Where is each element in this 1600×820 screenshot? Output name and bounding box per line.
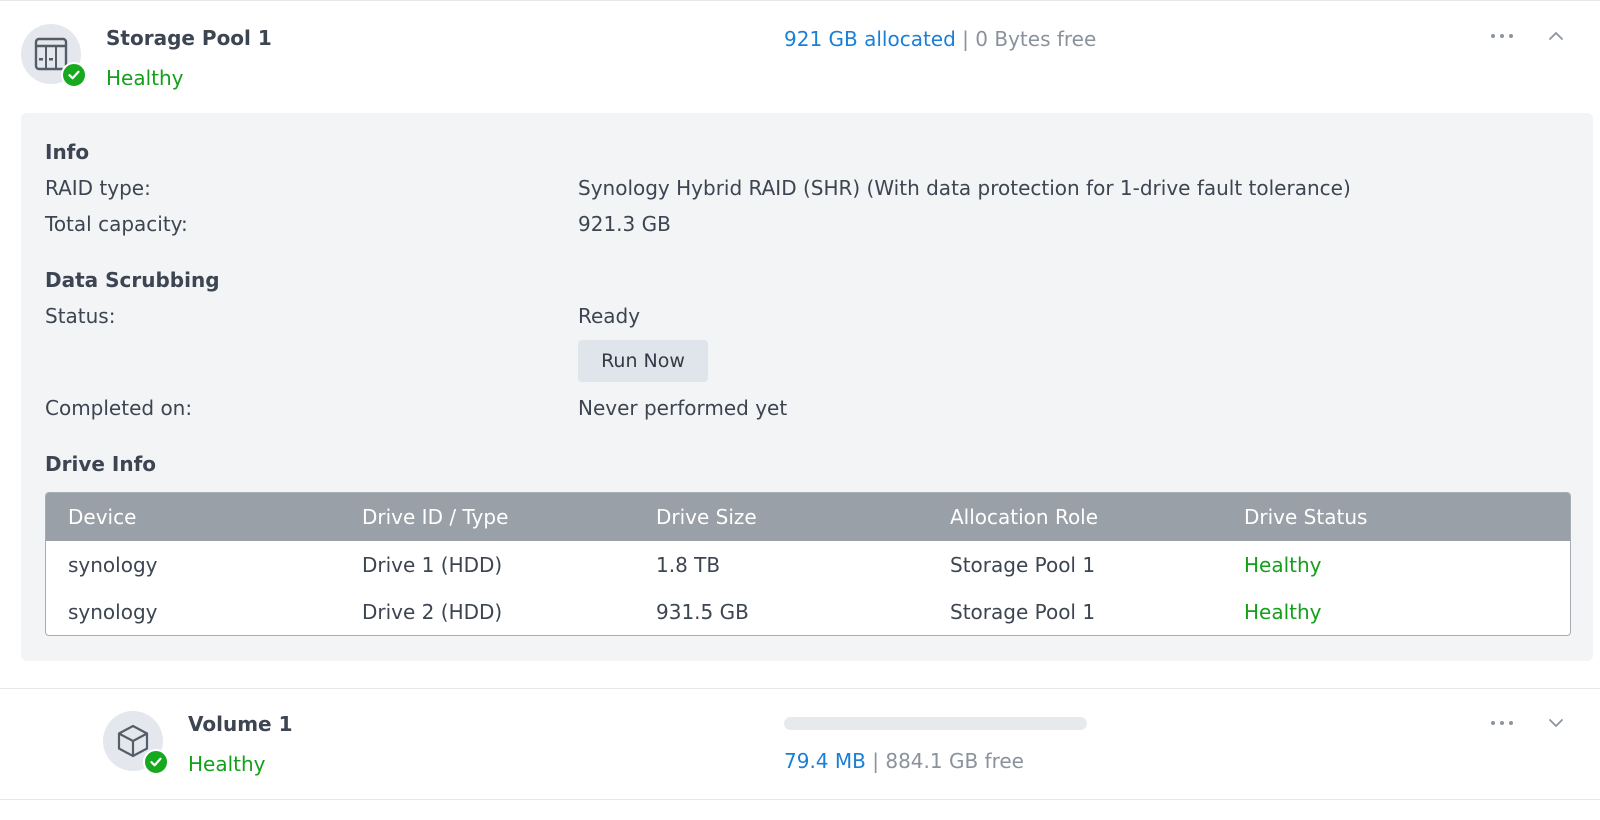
column-header-drive-status[interactable]: Drive Status xyxy=(1222,505,1570,529)
raid-type-label: RAID type: xyxy=(45,176,151,200)
free-text: 0 Bytes free xyxy=(975,27,1097,51)
info-heading: Info xyxy=(45,140,90,164)
chevron-up-icon xyxy=(1549,32,1563,40)
chevron-down-icon xyxy=(1549,719,1563,727)
storage-pool-icon-wrapper xyxy=(21,24,87,88)
storage-pool-usage: 921 GB allocated | 0 Bytes free xyxy=(784,27,1096,51)
volume-more-options-button[interactable] xyxy=(1485,711,1519,735)
drive-size-cell: 931.5 GB xyxy=(656,599,749,624)
storage-pool-title: Storage Pool 1 xyxy=(106,26,272,50)
completed-on-value: Never performed yet xyxy=(578,396,788,420)
storage-pool-status: Healthy xyxy=(106,66,184,90)
more-options-button[interactable] xyxy=(1485,24,1519,48)
table-row[interactable]: synology Drive 1 (HDD) 1.8 TB Storage Po… xyxy=(46,541,1570,588)
volume-usage-bar xyxy=(784,717,1087,730)
volume-icon-wrapper xyxy=(103,711,169,775)
column-header-device[interactable]: Device xyxy=(46,505,340,529)
column-header-allocation-role[interactable]: Allocation Role xyxy=(928,505,1222,529)
raid-type-value: Synology Hybrid RAID (SHR) (With data pr… xyxy=(578,176,1351,200)
storage-pool-card: Storage Pool 1 Healthy 921 GB allocated … xyxy=(0,0,1600,688)
column-header-drive-size[interactable]: Drive Size xyxy=(634,505,928,529)
total-capacity-value: 921.3 GB xyxy=(578,212,671,236)
drive-id-cell: Drive 2 (HDD) xyxy=(362,599,503,624)
used-text: 79.4 MB xyxy=(784,749,866,773)
data-scrubbing-heading: Data Scrubbing xyxy=(45,268,220,292)
drive-info-heading: Drive Info xyxy=(45,452,157,476)
drive-status-cell: Healthy xyxy=(1244,552,1322,577)
collapse-button[interactable] xyxy=(1544,24,1568,48)
allocated-text: 921 GB allocated xyxy=(784,27,956,51)
table-row[interactable]: synology Drive 2 (HDD) 931.5 GB Storage … xyxy=(46,588,1570,635)
usage-separator: | xyxy=(872,749,879,773)
drive-size-cell: 1.8 TB xyxy=(656,552,721,577)
column-header-drive-id[interactable]: Drive ID / Type xyxy=(340,505,634,529)
volume-usage: 79.4 MB | 884.1 GB free xyxy=(784,749,1024,773)
healthy-check-icon xyxy=(143,749,169,775)
scrubbing-status-label: Status: xyxy=(45,304,116,328)
scrubbing-status-value: Ready xyxy=(578,304,641,328)
device-cell: synology xyxy=(68,552,158,577)
free-text: 884.1 GB free xyxy=(885,749,1024,773)
usage-separator: | xyxy=(962,27,969,51)
storage-pool-details-panel: Info RAID type: Synology Hybrid RAID (SH… xyxy=(21,113,1593,661)
volume-status: Healthy xyxy=(188,752,266,776)
drive-info-table: Device Drive ID / Type Drive Size Alloca… xyxy=(45,492,1571,636)
completed-on-label: Completed on: xyxy=(45,396,193,420)
expand-button[interactable] xyxy=(1544,711,1568,735)
run-now-button[interactable]: Run Now xyxy=(578,340,708,382)
allocation-role-cell: Storage Pool 1 xyxy=(950,599,1096,624)
volume-title: Volume 1 xyxy=(188,712,293,736)
allocation-role-cell: Storage Pool 1 xyxy=(950,552,1096,577)
drive-table-header: Device Drive ID / Type Drive Size Alloca… xyxy=(46,493,1570,541)
device-cell: synology xyxy=(68,599,158,624)
drive-status-cell: Healthy xyxy=(1244,599,1322,624)
drive-id-cell: Drive 1 (HDD) xyxy=(362,552,503,577)
total-capacity-label: Total capacity: xyxy=(45,212,188,236)
healthy-check-icon xyxy=(61,62,87,88)
